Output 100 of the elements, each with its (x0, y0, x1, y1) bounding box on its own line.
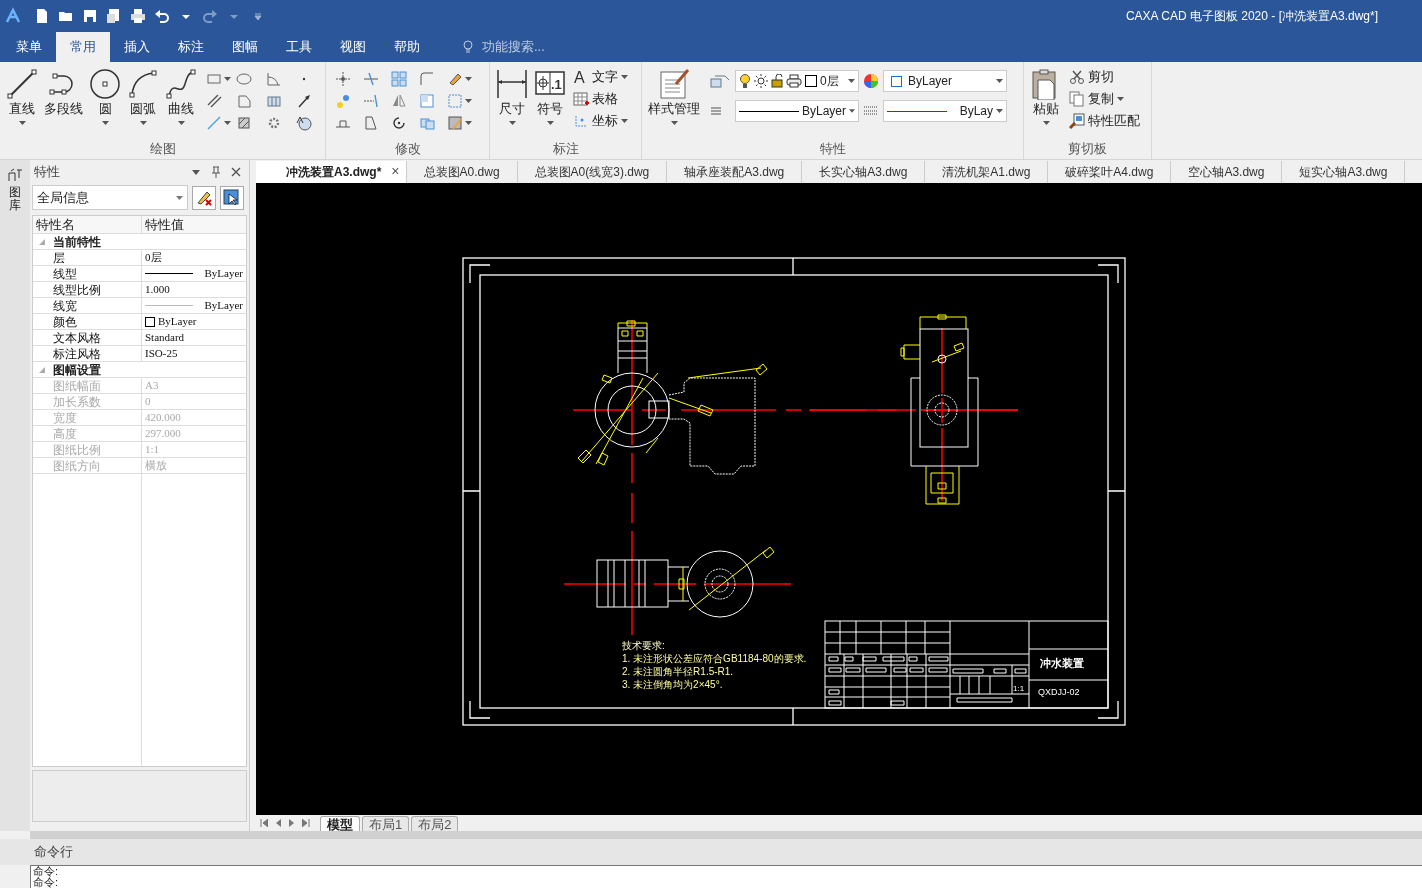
property-name: 线型 (33, 266, 142, 281)
ribbon-button[interactable]: A 文字 (571, 66, 630, 88)
previous-icon[interactable] (274, 819, 282, 827)
collapse-triangle-icon[interactable] (39, 366, 45, 373)
move-icon[interactable] (335, 71, 351, 87)
ribbon-button[interactable]: 曲线 (164, 64, 198, 136)
line-sample (145, 273, 193, 274)
arrow-icon[interactable] (296, 93, 312, 109)
close-icon[interactable] (231, 166, 241, 177)
ribbon-button[interactable]: 剪切 (1067, 66, 1142, 88)
property-name: 高度 (33, 426, 142, 441)
side-strip-tab[interactable]: 图库 (9, 186, 21, 213)
column-header[interactable]: 特性值 (142, 216, 246, 233)
fillet-icon[interactable] (419, 71, 435, 87)
column-header[interactable]: 特性名 (33, 216, 142, 233)
last-page-icon[interactable] (302, 819, 310, 827)
ribbon-button[interactable]: 特性匹配 (1067, 110, 1142, 132)
property-value: 0 (145, 394, 151, 410)
ribbon-tab[interactable]: 工具 (272, 32, 326, 62)
dropdown-icon (176, 195, 183, 200)
hatch-edit-icon[interactable] (447, 115, 463, 131)
redo-icon[interactable] (202, 8, 218, 24)
ribbon-button[interactable]: 样式管理 (647, 64, 701, 136)
dropdown-icon[interactable] (465, 99, 472, 103)
dropdown-icon[interactable] (465, 77, 472, 81)
select-objects-button[interactable] (220, 185, 244, 210)
layout-tab[interactable]: 布局2 (411, 816, 459, 831)
eraser-icon[interactable] (447, 71, 463, 87)
region-icon[interactable] (296, 115, 312, 131)
color-swatch (891, 75, 902, 87)
layout-tab[interactable]: 布局1 (362, 816, 410, 831)
style-sheet-icon (658, 68, 690, 100)
ribbon-button[interactable]: 表格 (571, 88, 630, 110)
section-title: 图幅设置 (53, 361, 101, 379)
explode-icon[interactable] (419, 115, 435, 131)
layer-manager-icon[interactable] (709, 73, 731, 89)
ribbon-button[interactable]: 直线 (5, 64, 39, 136)
ribbon-tab[interactable]: 插入 (110, 32, 164, 62)
property-combo-box[interactable]: ByLayer (735, 100, 859, 122)
close-tab-button[interactable]: × (391, 161, 400, 183)
property-combo-box[interactable]: ByLay (883, 100, 1007, 122)
property-combo-box[interactable]: 0层 (735, 70, 859, 92)
command-line-title: 命令行 (34, 843, 73, 862)
dropdown-icon[interactable] (224, 77, 231, 81)
ribbon-tab[interactable]: 图幅 (218, 32, 272, 62)
clear-selection-button[interactable] (192, 185, 216, 210)
layout-tab[interactable]: 模型 (320, 816, 360, 831)
color-wheel-icon[interactable] (863, 73, 879, 89)
object-selector-dropdown[interactable]: 全局信息 (32, 185, 188, 210)
parallel-lines-icon[interactable] (206, 93, 222, 109)
trim-icon[interactable] (363, 71, 379, 87)
hatch-icon[interactable] (236, 115, 252, 131)
dropdown-icon[interactable] (191, 167, 201, 176)
ribbon-tab[interactable]: 菜单 (2, 32, 56, 62)
ribbon-button[interactable]: 粘贴 (1029, 64, 1063, 136)
ribbon-tab[interactable]: 帮助 (380, 32, 434, 62)
ribbon-button[interactable]: 多段线 (43, 64, 84, 136)
ribbon-group-label: 剪切板 (1067, 140, 1108, 158)
property-value: ByLayer (204, 266, 243, 282)
new-file-icon[interactable] (34, 8, 50, 24)
ribbon-tab[interactable]: 常用 (56, 32, 110, 62)
next-icon[interactable] (288, 819, 296, 827)
technical-note-text: 2. 未注圆角半径R1.5-R1. (622, 665, 734, 677)
collapse-triangle-icon[interactable] (39, 238, 45, 245)
save-all-icon[interactable] (106, 8, 122, 24)
extend-icon[interactable] (363, 93, 379, 109)
dropdown-icon[interactable] (465, 121, 472, 125)
ribbon-button[interactable]: 圆弧 (126, 64, 160, 136)
technical-note-text: 3. 未注倒角均为2×45°. (622, 678, 723, 690)
drawing-canvas[interactable]: 冲水装置 1:1 QXDJJ-02 技术要求: 1. 未注形状公差应符合GB1184-80的要求. 2. 未注圆角半径R1.5-R1. 3. 未注倒角均为2×45°. (256, 182, 1422, 815)
ribbon-group-label: 特性 (818, 140, 847, 158)
property-name: 文本风格 (33, 330, 142, 345)
feature-search-field[interactable]: 功能搜索... (462, 32, 545, 62)
save-icon[interactable] (82, 8, 98, 24)
curve-icon (165, 68, 197, 100)
line-sample (887, 110, 947, 112)
library-icon (7, 168, 23, 182)
ribbon-tab[interactable]: 标注 (164, 32, 218, 62)
mirror-icon[interactable] (391, 93, 407, 109)
ribbon-tab[interactable]: 视图 (326, 32, 380, 62)
ribbon-button[interactable]: 坐标 (571, 110, 630, 132)
ribbon-button[interactable]: 圆 (88, 64, 122, 136)
ellipse-icon[interactable] (236, 71, 252, 87)
print-icon[interactable] (130, 8, 146, 24)
ribbon-button[interactable]: .1 符号 (533, 64, 567, 136)
undo-icon[interactable] (154, 8, 170, 24)
document-tab[interactable]: 冲洗装置A3.dwg* × (256, 160, 407, 183)
first-page-icon[interactable] (260, 819, 268, 827)
property-value: A3 (145, 378, 159, 394)
polygon-icon[interactable] (236, 93, 252, 109)
property-combo-box[interactable]: ByLayer (883, 70, 1007, 92)
dropdown-icon[interactable] (224, 121, 231, 125)
block-icon[interactable] (266, 93, 282, 109)
ribbon-button[interactable]: 尺寸 (495, 64, 529, 136)
rotate-icon[interactable] (391, 115, 407, 131)
pin-icon[interactable] (211, 165, 221, 178)
stretch-icon[interactable] (363, 115, 379, 131)
ribbon-button[interactable]: 复制 (1067, 88, 1142, 110)
technical-note-text: 技术要求: (622, 639, 665, 651)
angle-icon[interactable] (266, 71, 282, 87)
